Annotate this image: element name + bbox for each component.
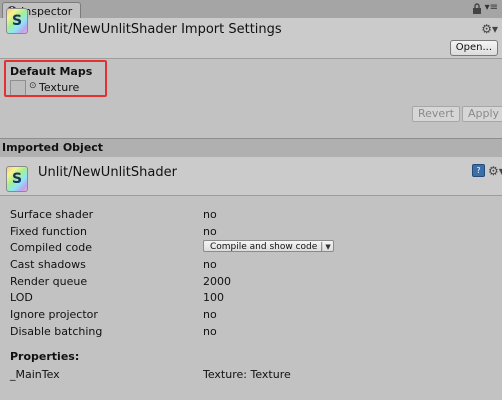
surface-shader-value: no — [203, 208, 217, 221]
imported-object-name: Unlit/NewUnlitShader — [38, 165, 177, 180]
shader-icon-letter: S — [11, 13, 23, 29]
compile-button-label: Compile and show code — [210, 242, 318, 252]
cast-shadows-value: no — [203, 258, 217, 271]
tab-label: Inspector — [21, 4, 73, 18]
shader-icon-letter: S — [11, 171, 23, 187]
properties-title: Properties: — [10, 350, 80, 363]
gear-icon[interactable]: ⚙▾ — [488, 164, 502, 178]
apply-button[interactable]: Apply — [462, 106, 502, 122]
chevron-down-icon[interactable]: ▼ — [325, 243, 330, 251]
fixed-function-value: no — [203, 225, 217, 238]
highlight-box — [4, 60, 107, 97]
ignore-projector-label: Ignore projector — [10, 308, 98, 321]
open-button[interactable]: Open... — [449, 40, 498, 56]
disable-batching-label: Disable batching — [10, 325, 103, 338]
imported-object-title: Imported Object — [2, 141, 104, 154]
render-queue-value: 2000 — [203, 275, 231, 288]
revert-button[interactable]: Revert — [412, 106, 461, 122]
page-title: Unlit/NewUnlitShader Import Settings — [38, 22, 282, 37]
surface-shader-label: Surface shader — [10, 208, 94, 221]
gear-icon[interactable]: ⚙▾ — [481, 22, 498, 36]
lod-label: LOD — [10, 291, 33, 304]
property-name: _MainTex — [10, 368, 60, 381]
property-value: Texture: Texture — [203, 368, 291, 381]
cast-shadows-label: Cast shadows — [10, 258, 86, 271]
dropdown-separator: | — [320, 242, 324, 252]
render-queue-label: Render queue — [10, 275, 88, 288]
lock-icon[interactable] — [472, 3, 482, 15]
help-icon[interactable]: ? — [472, 164, 485, 177]
compile-and-show-code-dropdown[interactable]: Compile and show code | ▼ — [203, 240, 334, 252]
fixed-function-label: Fixed function — [10, 225, 87, 238]
ignore-projector-value: no — [203, 308, 217, 321]
compiled-code-label: Compiled code — [10, 241, 92, 254]
disable-batching-value: no — [203, 325, 217, 338]
shader-asset-icon: S — [6, 166, 28, 192]
shader-file-icon: S — [6, 8, 28, 34]
lod-value: 100 — [203, 291, 224, 304]
tab-menu-icon[interactable]: ▾≡ — [485, 2, 498, 13]
